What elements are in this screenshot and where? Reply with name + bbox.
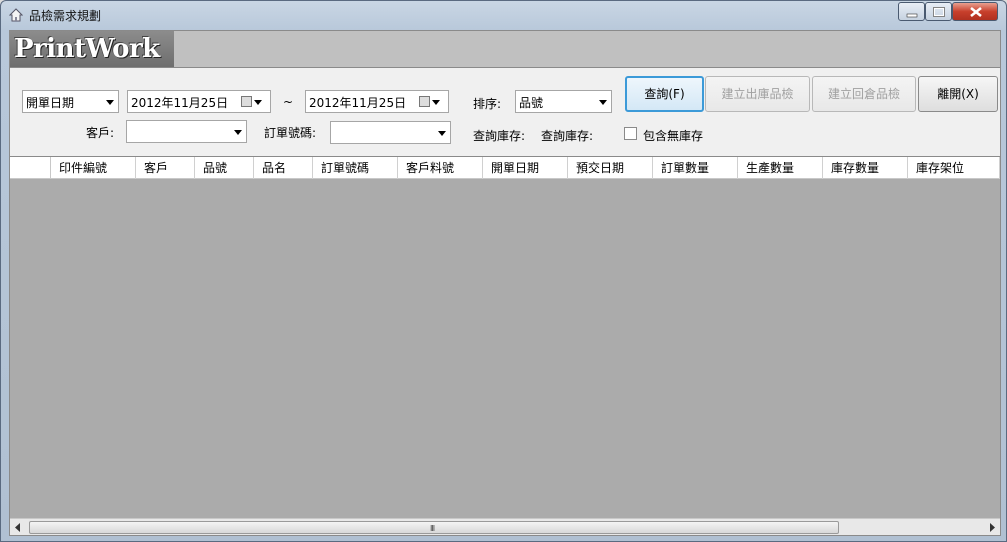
chevron-down-icon bbox=[106, 100, 114, 105]
sort-value: 品號 bbox=[519, 96, 544, 110]
column-header[interactable]: 品名 bbox=[254, 157, 313, 179]
date-from-picker[interactable]: 2012年11月25日 bbox=[127, 90, 271, 113]
column-header[interactable]: 庫存數量 bbox=[823, 157, 908, 179]
chevron-down-icon bbox=[438, 131, 446, 136]
chevron-down-icon bbox=[254, 100, 262, 105]
column-header[interactable]: 客戶料號 bbox=[398, 157, 483, 179]
scrollbar-grip: III bbox=[430, 524, 435, 533]
date-to-picker[interactable]: 2012年11月25日 bbox=[305, 90, 449, 113]
chevron-down-icon bbox=[599, 100, 607, 105]
column-header[interactable]: 開單日期 bbox=[483, 157, 568, 179]
customer-label: 客戶: bbox=[86, 126, 115, 140]
stock-query-label: 查詢庫存: bbox=[473, 129, 526, 143]
maximize-icon bbox=[933, 7, 945, 17]
chevron-down-icon bbox=[234, 130, 242, 135]
horizontal-scrollbar[interactable]: III bbox=[10, 518, 1000, 535]
column-header[interactable]: 客戶 bbox=[136, 157, 195, 179]
include-no-stock-checkbox[interactable] bbox=[624, 127, 637, 140]
date-to-value: 2012年11月25日 bbox=[309, 96, 407, 110]
window-title: 品檢需求規劃 bbox=[29, 9, 102, 23]
column-header[interactable]: 印件編號 bbox=[51, 157, 136, 179]
close-button[interactable] bbox=[952, 2, 998, 21]
create-outbound-inspection-button[interactable]: 建立出庫品檢 bbox=[705, 76, 810, 112]
include-no-stock-label: 包含無庫存 bbox=[643, 129, 704, 143]
order-no-select[interactable] bbox=[330, 121, 451, 144]
calendar-icon bbox=[241, 96, 252, 107]
customer-select[interactable] bbox=[126, 120, 247, 143]
home-icon bbox=[9, 8, 23, 22]
calendar-icon bbox=[419, 96, 430, 107]
sort-label: 排序: bbox=[473, 97, 502, 111]
column-header[interactable]: 生產數量 bbox=[738, 157, 823, 179]
grid-corner-header bbox=[10, 157, 51, 179]
order-no-label: 訂單號碼: bbox=[264, 126, 317, 140]
column-header[interactable]: 品號 bbox=[195, 157, 254, 179]
scroll-left-arrow-icon[interactable] bbox=[10, 519, 27, 536]
maximize-button[interactable] bbox=[925, 2, 952, 21]
app-window: 品檢需求規劃 PrintWork 開單日期 2012年11月25日 ~ 2012… bbox=[0, 0, 1007, 542]
close-icon bbox=[970, 6, 982, 18]
scrollbar-thumb[interactable]: III bbox=[29, 521, 839, 534]
data-grid[interactable]: 印件編號 客戶 品號 品名 訂單號碼 客戶料號 開單日期 預交日期 訂單數量 生… bbox=[10, 156, 1000, 519]
title-bar[interactable]: 品檢需求規劃 bbox=[1, 1, 1006, 29]
sort-select[interactable]: 品號 bbox=[515, 90, 612, 113]
date-type-value: 開單日期 bbox=[26, 96, 75, 110]
printwork-logo: PrintWork bbox=[10, 31, 174, 67]
grid-header: 印件編號 客戶 品號 品名 訂單號碼 客戶料號 開單日期 預交日期 訂單數量 生… bbox=[10, 157, 1000, 179]
minimize-icon bbox=[906, 13, 918, 18]
chevron-down-icon bbox=[432, 100, 440, 105]
stock-query-label-2: 查詢庫存: bbox=[541, 129, 594, 143]
date-type-select[interactable]: 開單日期 bbox=[22, 90, 119, 113]
column-header[interactable]: 預交日期 bbox=[568, 157, 653, 179]
create-return-inspection-button[interactable]: 建立回倉品檢 bbox=[812, 76, 916, 112]
scroll-right-arrow-icon[interactable] bbox=[983, 519, 1000, 536]
client-area: PrintWork 開單日期 2012年11月25日 ~ 2012年11月25日… bbox=[9, 30, 1001, 536]
column-header[interactable]: 訂單號碼 bbox=[313, 157, 398, 179]
date-from-value: 2012年11月25日 bbox=[131, 96, 229, 110]
minimize-button[interactable] bbox=[898, 2, 925, 21]
exit-button[interactable]: 離開(X) bbox=[918, 76, 998, 112]
logo-bar: PrintWork bbox=[10, 31, 1000, 68]
date-separator: ~ bbox=[283, 95, 294, 109]
column-header[interactable]: 訂單數量 bbox=[653, 157, 738, 179]
query-button[interactable]: 查詢(F) bbox=[625, 76, 704, 112]
column-header[interactable]: 庫存架位 bbox=[908, 157, 1000, 179]
